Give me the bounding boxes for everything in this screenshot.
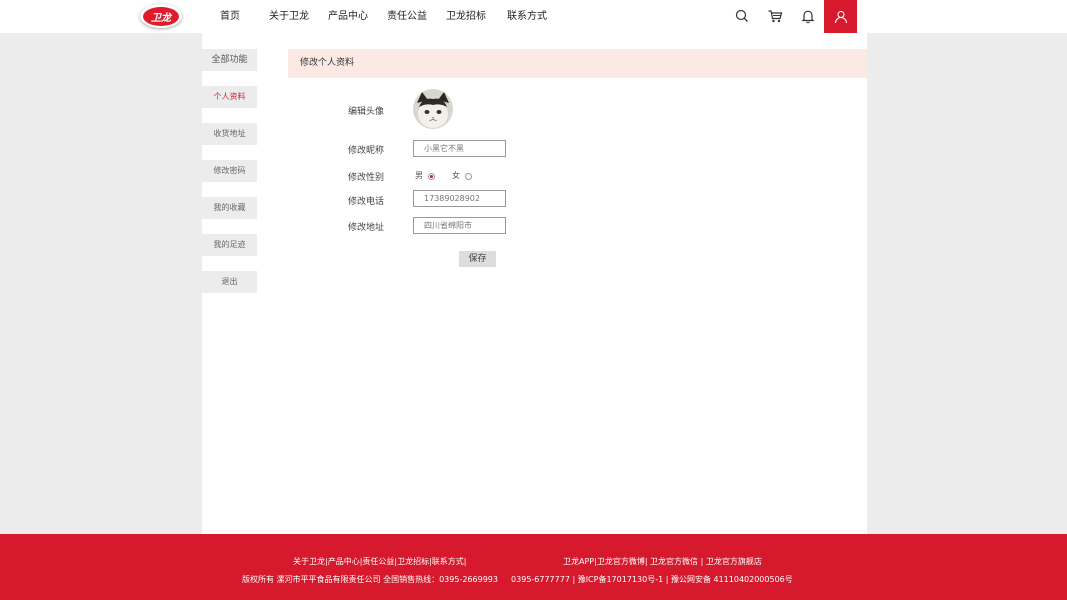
avatar-label: 编辑头像: [348, 107, 385, 117]
main-panel: 全部功能 个人资料 收货地址 修改密码 我的收藏 我的足迹 退出 修改个人资料 …: [202, 33, 867, 534]
nickname-label: 修改昵称: [348, 146, 385, 156]
top-header: 卫龙 首页 关于卫龙 产品中心 责任公益 卫龙招标 联系方式: [0, 0, 1067, 33]
gender-male-label: 男: [415, 171, 423, 180]
footer-copyright: 版权所有 漯河市平平食品有限责任公司 全国销售热线：0395-2669993 0…: [242, 575, 793, 584]
nav-products[interactable]: 产品中心: [328, 0, 387, 33]
gender-male-radio[interactable]: [428, 173, 435, 180]
sidebar-item-password[interactable]: 修改密码: [202, 160, 257, 182]
sidebar-title: 全部功能: [202, 49, 257, 71]
logo-text: 卫龙: [151, 12, 171, 24]
address-label: 修改地址: [348, 223, 385, 233]
gender-female-label: 女: [452, 171, 460, 180]
page-title: 修改个人资料: [288, 49, 867, 78]
nav-responsibility[interactable]: 责任公益: [387, 0, 446, 33]
nav-contact[interactable]: 联系方式: [507, 0, 567, 33]
nav-bidding[interactable]: 卫龙招标: [446, 0, 507, 33]
gender-label: 修改性别: [348, 173, 385, 183]
footer: 关于卫龙|产品中心|责任公益|卫龙招标|联系方式| 卫龙APP|卫龙官方微博| …: [0, 534, 1067, 600]
phone-label: 修改电话: [348, 197, 385, 207]
address-field[interactable]: [413, 217, 506, 234]
main-nav: 首页 关于卫龙 产品中心 责任公益 卫龙招标 联系方式: [208, 0, 567, 33]
bell-icon[interactable]: [800, 8, 816, 24]
save-button[interactable]: 保存: [459, 251, 496, 267]
footer-links[interactable]: 关于卫龙|产品中心|责任公益|卫龙招标|联系方式|: [293, 556, 466, 567]
brand-logo[interactable]: 卫龙: [140, 4, 182, 28]
phone-field[interactable]: [413, 190, 506, 207]
nav-about[interactable]: 关于卫龙: [269, 0, 328, 33]
sidebar-item-logout[interactable]: 退出: [202, 271, 257, 293]
sidebar: 全部功能 个人资料 收货地址 修改密码 我的收藏 我的足迹 退出: [202, 49, 257, 293]
nickname-field[interactable]: [413, 140, 506, 157]
footer-social-links[interactable]: 卫龙APP|卫龙官方微博| 卫龙官方微信 | 卫龙官方旗舰店: [563, 556, 762, 567]
sidebar-item-favorites[interactable]: 我的收藏: [202, 197, 257, 219]
sidebar-item-address[interactable]: 收货地址: [202, 123, 257, 145]
profile-content: 修改个人资料 编辑头像 修改昵称 修改性别 男 女 修改电话 修改地址: [288, 49, 867, 267]
gender-female-radio[interactable]: [465, 173, 472, 180]
user-account-button[interactable]: [824, 0, 857, 33]
logo-badge: 卫龙: [143, 6, 179, 26]
avatar[interactable]: [413, 89, 453, 129]
user-icon: [834, 10, 847, 23]
cart-icon[interactable]: [767, 8, 783, 24]
cat-avatar-image: [413, 89, 453, 129]
nav-home[interactable]: 首页: [220, 0, 269, 33]
search-icon[interactable]: [734, 8, 750, 24]
sidebar-item-profile[interactable]: 个人资料: [202, 86, 257, 108]
sidebar-item-history[interactable]: 我的足迹: [202, 234, 257, 256]
